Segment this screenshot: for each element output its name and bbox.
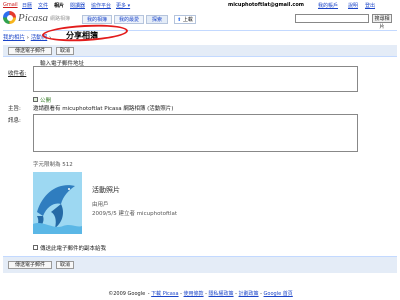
logo-text: Picasa xyxy=(18,12,48,24)
gbar-link-reader[interactable]: 閱讀器 xyxy=(70,2,85,9)
footer-privacy[interactable]: 隱私權政策 xyxy=(209,291,234,297)
tab-favorites[interactable]: 我的最愛 xyxy=(114,15,144,24)
subject-value: 邀請觀看有 micuphotoftlat Picasa 網路相簿 (活動照片) xyxy=(33,106,174,112)
gbar-link-sites[interactable]: 協作平台 xyxy=(91,2,111,9)
upload-button[interactable]: ⬆ 上載 xyxy=(174,15,196,24)
upload-icon: ⬆ xyxy=(177,17,182,23)
logo-subtitle: 網路相簿 xyxy=(50,16,71,22)
footer-download-picasa[interactable]: 下載 Picasa xyxy=(151,291,178,297)
recipients-field[interactable] xyxy=(33,66,358,92)
send-copy-label: 傳送此電子郵件的副本給我 xyxy=(40,246,107,252)
subject-label: 主旨: xyxy=(8,106,21,112)
album-date: 2009/5/5 建立者 micuphotoftlat xyxy=(92,211,178,217)
send-email-button-top[interactable]: 傳送電子郵件 xyxy=(8,47,52,55)
public-label: 公開 xyxy=(40,98,52,104)
album-title: 活動照片 xyxy=(92,186,120,194)
char-limit-note: 字元限制為 512 xyxy=(33,162,73,168)
gbar-link-account[interactable]: 我的帳戶 xyxy=(318,2,338,9)
breadcrumb-my-photos[interactable]: 我的相片 xyxy=(3,35,25,41)
cancel-button-top[interactable]: 取消 xyxy=(56,47,74,55)
footer: ©2009 Google - 下載 Picasa - 使用條款 - 隱私權政策 … xyxy=(108,291,293,297)
gbar-link-photos[interactable]: 相片 xyxy=(54,2,64,9)
search-button[interactable]: 搜尋相片 xyxy=(372,14,392,30)
tab-my-photos[interactable]: 我的相簿 xyxy=(82,15,112,24)
picasa-logo-icon xyxy=(3,11,16,24)
album-owner-label: 由用戶 xyxy=(92,202,109,208)
message-field[interactable] xyxy=(33,114,358,152)
gbar-link-help[interactable]: 說明 xyxy=(348,2,358,9)
message-label: 訊息: xyxy=(8,118,21,124)
gbar-link-gmail[interactable]: Gmail xyxy=(3,2,18,8)
picasa-logo[interactable]: Picasa 網路相簿 xyxy=(3,11,73,27)
google-bar: Gmail 日曆 文件 相片 閱讀器 協作平台 更多 ▾ micuphotoft… xyxy=(0,0,400,9)
user-email: micuphotoftlat@gmail.com xyxy=(228,2,304,8)
tab-explore[interactable]: 探索 xyxy=(146,15,168,24)
album-thumbnail[interactable] xyxy=(33,172,82,234)
cancel-button-bottom[interactable]: 取消 xyxy=(56,261,74,269)
search-input[interactable] xyxy=(295,14,369,23)
footer-terms[interactable]: 使用條款 xyxy=(184,291,204,297)
gbar-link-docs[interactable]: 文件 xyxy=(38,2,48,9)
send-email-button-bottom[interactable]: 傳送電子郵件 xyxy=(8,261,52,269)
gbar-link-more[interactable]: 更多 ▾ xyxy=(116,2,130,9)
send-copy-checkbox[interactable] xyxy=(33,245,38,250)
upload-label: 上載 xyxy=(182,17,193,23)
dolphin-image xyxy=(33,172,82,234)
footer-google-home[interactable]: Google 首頁 xyxy=(264,291,293,297)
footer-program-policies[interactable]: 計劃政策 xyxy=(239,291,259,297)
public-checkbox[interactable] xyxy=(33,97,38,102)
breadcrumb-separator: › xyxy=(26,35,29,41)
gbar-link-calendar[interactable]: 日曆 xyxy=(22,2,32,9)
footer-copyright: ©2009 Google xyxy=(108,291,146,297)
gbar-link-signout[interactable]: 登出 xyxy=(365,2,375,9)
to-label: 收件者: xyxy=(8,71,27,77)
